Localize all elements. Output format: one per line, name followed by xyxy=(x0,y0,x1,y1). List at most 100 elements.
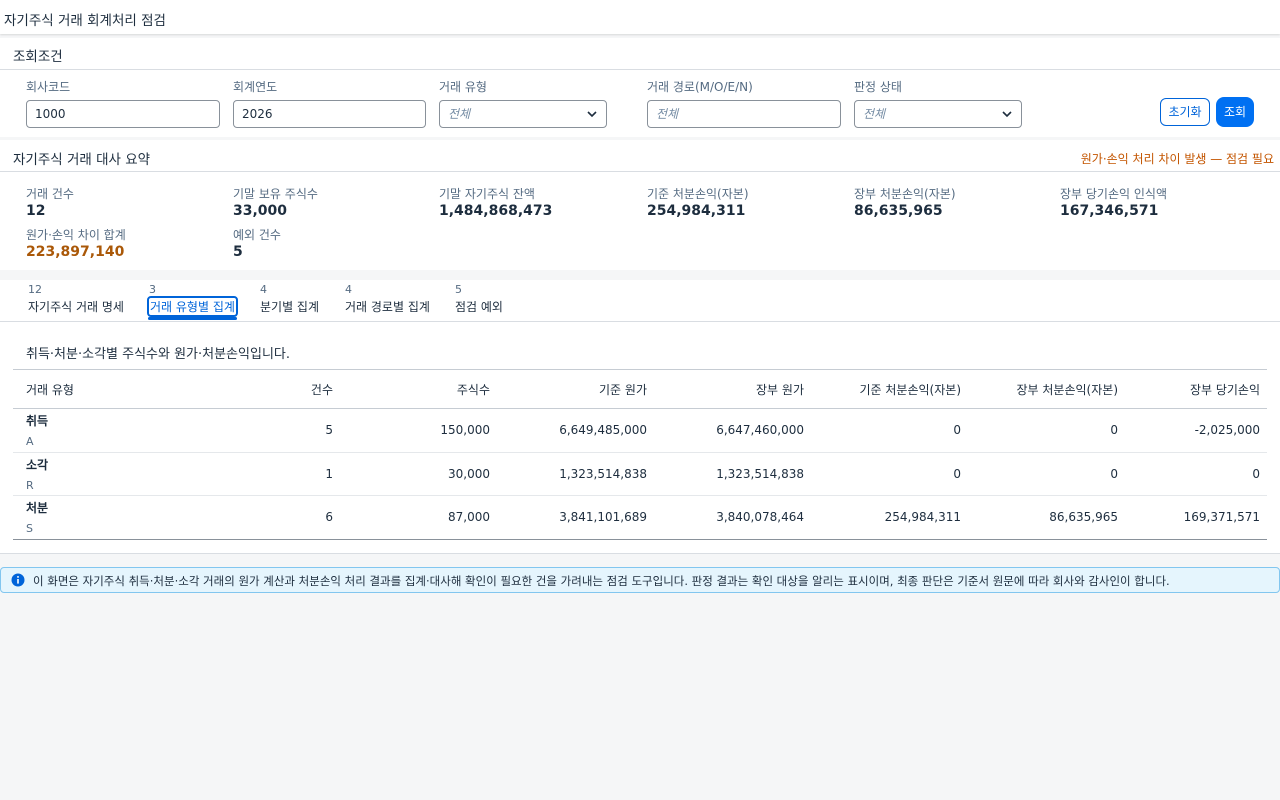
kpi-value: 12 xyxy=(26,203,46,219)
filter-section-title: 조회조건 xyxy=(13,49,63,65)
column-header[interactable]: 장부 원가 xyxy=(654,369,811,409)
trade-type-label: 거래 유형 xyxy=(439,80,487,94)
book-pl-cell: 0 xyxy=(1125,452,1267,496)
column-header[interactable]: 장부 처분손익(자본) xyxy=(968,369,1125,409)
book-pl-cell: 169,371,571 xyxy=(1183,510,1260,525)
kpi-label: 거래 건수 xyxy=(26,187,74,201)
tab-by-trade-type[interactable]: 3 거래 유형별 집계 xyxy=(147,283,238,321)
table-description: 취득·처분·소각별 주식수와 원가·처분손익입니다. xyxy=(26,347,290,362)
table-row[interactable]: 취득 A 5 150,000 6,649,485,000 6,647,460,0… xyxy=(13,408,1267,453)
trade-type-select[interactable]: 전체 xyxy=(439,100,607,128)
filter-panel: 조회조건 회사코드 1000 회계연도 2026 거래 유형 전체 거래 경로(… xyxy=(0,38,1280,137)
tab-count: 4 xyxy=(345,283,352,296)
judgement-field: 판정 상태 전체 xyxy=(854,78,1022,128)
company-code-input[interactable]: 1000 xyxy=(26,100,220,128)
reset-button[interactable]: 초기화 xyxy=(1160,98,1210,126)
std-gain-cell: 0 xyxy=(811,452,968,496)
std-cost-cell: 3,841,101,689 xyxy=(559,510,647,525)
table-header-row: 거래 유형 건수 주식수 기준 원가 장부 원가 기준 처분손익(자본) 장부 … xyxy=(13,369,1267,409)
kpi-trade-count: 거래 건수 12 xyxy=(26,185,74,219)
column-header[interactable]: 주식수 xyxy=(340,369,497,409)
fiscal-year-input[interactable]: 2026 xyxy=(233,100,426,128)
kpi-value: 86,635,965 xyxy=(854,203,943,219)
tab-bar: 12 자기주식 거래 명세 3 거래 유형별 집계 4 분기별 집계 4 거래 … xyxy=(0,280,1280,322)
fiscal-year-field: 회계연도 2026 xyxy=(233,78,426,128)
chevron-down-icon xyxy=(587,111,597,118)
column-header[interactable]: 기준 처분손익(자본) xyxy=(811,369,968,409)
summary-panel: 자기주식 거래 대사 요약 원가·손익 처리 차이 발생 — 점검 필요 거래 … xyxy=(0,140,1280,270)
summary-table: 거래 유형 건수 주식수 기준 원가 장부 원가 기준 처분손익(자본) 장부 … xyxy=(13,369,1267,540)
content-panel: 취득·처분·소각별 주식수와 원가·처분손익입니다. 거래 유형 건수 주식수 … xyxy=(0,322,1280,554)
book-gain-cell: 86,635,965 xyxy=(1049,510,1118,525)
kpi-label: 기말 자기주식 잔액 xyxy=(439,187,535,201)
book-cost-cell: 3,840,078,464 xyxy=(716,510,804,525)
trade-path-label: 거래 경로(M/O/E/N) xyxy=(647,80,753,94)
kpi-label: 장부 처분손익(자본) xyxy=(854,187,956,201)
kpi-label: 장부 당기손익 인식액 xyxy=(1060,187,1167,201)
active-tab-indicator xyxy=(148,317,237,320)
std-gain-cell: 254,984,311 xyxy=(884,510,961,525)
kpi-value: 33,000 xyxy=(233,203,288,219)
app-header: 자기주식 거래 회계처리 점검 xyxy=(0,0,1280,34)
book-cost-cell: 6,647,460,000 xyxy=(654,408,811,453)
book-gain-cell: 0 xyxy=(968,452,1125,496)
summary-warning: 원가·손익 처리 차이 발생 — 점검 필요 xyxy=(1080,152,1274,166)
judgement-select[interactable]: 전체 xyxy=(854,100,1022,128)
count-cell: 6 xyxy=(325,510,333,525)
trade-type-code: A xyxy=(26,435,34,449)
shares-cell: 150,000 xyxy=(340,408,497,453)
column-header[interactable]: 거래 유형 xyxy=(13,369,183,409)
info-icon xyxy=(11,573,25,587)
search-button[interactable]: 조회 xyxy=(1216,97,1254,127)
summary-section-header: 자기주식 거래 대사 요약 원가·손익 처리 차이 발생 — 점검 필요 xyxy=(0,140,1280,172)
kpi-value: 167,346,571 xyxy=(1060,203,1159,219)
tab-trade-list[interactable]: 12 자기주식 거래 명세 xyxy=(28,283,124,321)
kpi-label: 기준 처분손익(자본) xyxy=(647,187,749,201)
kpi-label: 예외 건수 xyxy=(233,228,281,242)
trade-type-field: 거래 유형 전체 xyxy=(439,78,607,128)
count-cell: 1 xyxy=(183,452,340,496)
kpi-value: 1,484,868,473 xyxy=(439,203,553,219)
table-row[interactable]: 소각 R 1 30,000 1,323,514,838 1,323,514,83… xyxy=(13,452,1267,496)
tab-exceptions[interactable]: 5 점검 예외 xyxy=(455,283,503,321)
kpi-ending-balance: 기말 자기주식 잔액 1,484,868,473 xyxy=(439,185,552,219)
shares-cell: 30,000 xyxy=(340,452,497,496)
page-title: 자기주식 거래 회계처리 점검 xyxy=(4,13,166,29)
kpi-book-disposal-gain: 장부 처분손익(자본) 86,635,965 xyxy=(854,185,956,219)
tab-label: 분기별 집계 xyxy=(260,300,320,314)
trade-type-code: R xyxy=(26,478,34,492)
kpi-std-disposal-gain: 기준 처분손익(자본) 254,984,311 xyxy=(647,185,749,219)
trade-type-cell: 취득 A xyxy=(13,408,183,453)
trade-type-cell: 소각 R xyxy=(13,452,183,496)
column-header[interactable]: 건수 xyxy=(183,369,340,409)
trade-type-selected: 전체 xyxy=(448,107,471,121)
kpi-difference-total: 원가·손익 차이 합계 223,897,140 xyxy=(26,226,126,260)
tab-count: 12 xyxy=(28,283,42,296)
tab-label: 거래 유형별 집계 xyxy=(147,296,238,317)
trade-type-name: 취득 xyxy=(26,414,49,429)
count-cell: 5 xyxy=(183,408,340,453)
kpi-value: 223,897,140 xyxy=(26,244,125,260)
judgement-label: 판정 상태 xyxy=(854,80,902,94)
std-cost-cell: 6,649,485,000 xyxy=(497,408,654,453)
std-gain-cell: 0 xyxy=(811,408,968,453)
book-gain-cell: 0 xyxy=(968,408,1125,453)
tab-label: 자기주식 거래 명세 xyxy=(28,300,124,314)
tab-label: 거래 경로별 집계 xyxy=(345,300,430,314)
tab-by-trade-path[interactable]: 4 거래 경로별 집계 xyxy=(345,283,430,321)
book-pl-cell: -2,025,000 xyxy=(1125,408,1267,453)
trade-path-input[interactable]: 전체 xyxy=(647,100,841,128)
summary-section-title: 자기주식 거래 대사 요약 xyxy=(13,152,151,168)
shares-cell: 87,000 xyxy=(448,510,490,525)
company-code-label: 회사코드 xyxy=(26,80,71,94)
table-row[interactable]: 처분 S 6 87,000 3,841,101,689 3,840,078,46… xyxy=(13,496,1267,540)
column-header[interactable]: 장부 당기손익 xyxy=(1125,369,1267,409)
tab-by-quarter[interactable]: 4 분기별 집계 xyxy=(260,283,319,321)
column-header[interactable]: 기준 원가 xyxy=(497,369,654,409)
book-cost-cell: 1,323,514,838 xyxy=(654,452,811,496)
trade-type-cell: 처분 S xyxy=(13,496,183,540)
kpi-book-pl: 장부 당기손익 인식액 167,346,571 xyxy=(1060,185,1167,219)
filter-section-header: 조회조건 xyxy=(0,38,1280,70)
tab-count: 3 xyxy=(149,283,156,296)
trade-type-name: 소각 xyxy=(26,457,49,472)
